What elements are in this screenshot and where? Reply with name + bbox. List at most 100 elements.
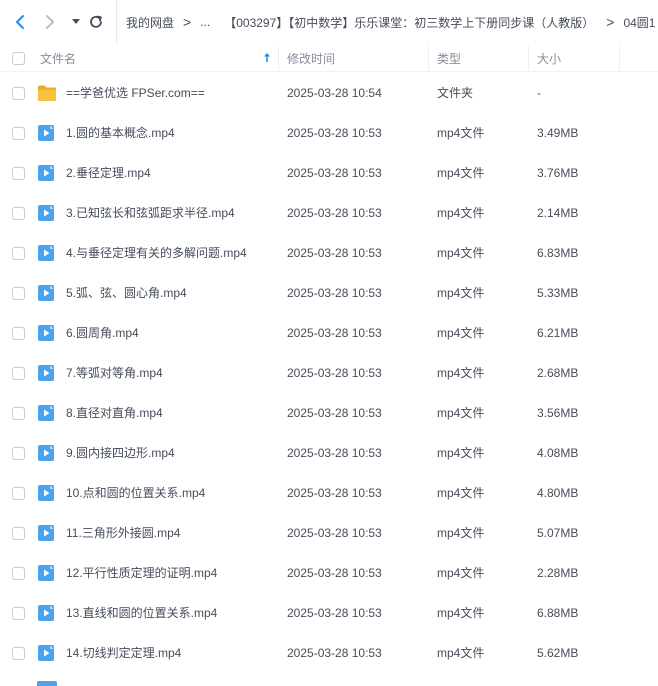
breadcrumb-separator: > — [183, 14, 192, 30]
file-type: mp4文件 — [437, 606, 485, 620]
video-file-icon — [37, 324, 57, 342]
file-list-header: 文件名 修改时间 类型 大小 — [0, 44, 658, 72]
row-checkbox[interactable] — [12, 407, 25, 420]
file-name[interactable]: 10.点和圆的位置关系.mp4 — [66, 473, 205, 513]
file-name[interactable]: 5.弧、弦、圆心角.mp4 — [66, 273, 187, 313]
row-checkbox[interactable] — [12, 647, 25, 660]
video-file-icon — [37, 284, 57, 302]
file-row[interactable]: 10.点和圆的位置关系.mp4 2025-03-28 10:53 mp4文件 4.80… — [0, 473, 658, 513]
file-type: mp4文件 — [437, 646, 485, 660]
file-row[interactable]: ==学爸优选 FPSer.com== 2025-03-28 10:54 文件夹 - — [0, 73, 658, 113]
video-file-icon — [37, 244, 57, 262]
column-header-name[interactable]: 文件名 — [40, 44, 76, 72]
file-row[interactable]: 6.圆周角.mp4 2025-03-28 10:53 mp4文件 6.21MB — [0, 313, 658, 353]
file-modified: 2025-03-28 10:53 — [287, 566, 382, 580]
row-checkbox[interactable] — [12, 207, 25, 220]
file-row[interactable]: 14.切线判定定理.mp4 2025-03-28 10:53 mp4文件 5.62MB — [0, 633, 658, 673]
caret-down-icon[interactable] — [66, 12, 86, 32]
file-size: 5.33MB — [537, 286, 579, 300]
video-file-icon — [37, 444, 57, 462]
file-name[interactable]: 13.直线和圆的位置关系.mp4 — [66, 593, 217, 633]
video-file-icon — [37, 564, 57, 582]
file-name[interactable]: 7.等弧对等角.mp4 — [66, 353, 163, 393]
file-modified: 2025-03-28 10:54 — [287, 86, 382, 100]
row-checkbox[interactable] — [12, 247, 25, 260]
file-row[interactable]: 4.与垂径定理有关的多解问题.mp4 2025-03-28 10:53 mp4文件 6… — [0, 233, 658, 273]
breadcrumb-item-ellipsis[interactable]: ... — [200, 15, 210, 29]
file-row[interactable]: 8.直径对直角.mp4 2025-03-28 10:53 mp4文件 3.56MB — [0, 393, 658, 433]
file-row[interactable]: 2.垂径定理.mp4 2025-03-28 10:53 mp4文件 3.76MB — [0, 153, 658, 193]
file-type: mp4文件 — [437, 566, 485, 580]
column-divider[interactable] — [278, 46, 279, 70]
file-modified: 2025-03-28 10:53 — [287, 606, 382, 620]
file-type: 文件夹 — [437, 86, 474, 100]
row-checkbox[interactable] — [12, 87, 25, 100]
row-checkbox[interactable] — [12, 607, 25, 620]
file-name[interactable]: 9.圆内接四边形.mp4 — [66, 433, 175, 473]
file-size: 5.07MB — [537, 526, 579, 540]
video-file-icon — [37, 524, 57, 542]
file-name[interactable]: 2.垂径定理.mp4 — [66, 153, 151, 193]
file-name[interactable]: 12.平行性质定理的证明.mp4 — [66, 553, 217, 593]
column-divider[interactable] — [619, 46, 620, 70]
video-file-icon — [37, 644, 57, 662]
file-row[interactable]: 3.已知弦长和弦弧距求半径.mp4 2025-03-28 10:53 mp4文件 2.… — [0, 193, 658, 233]
file-name[interactable]: 8.直径对直角.mp4 — [66, 393, 163, 433]
file-modified: 2025-03-28 10:53 — [287, 206, 382, 220]
file-name[interactable]: 3.已知弦长和弦弧距求半径.mp4 — [66, 193, 235, 233]
file-type: mp4文件 — [437, 286, 485, 300]
video-file-icon — [37, 204, 57, 222]
file-size: 3.76MB — [537, 166, 579, 180]
row-checkbox[interactable] — [12, 367, 25, 380]
row-checkbox[interactable] — [12, 527, 25, 540]
file-modified: 2025-03-28 10:53 — [287, 486, 382, 500]
folder-icon — [37, 84, 57, 102]
chevron-right-icon[interactable] — [40, 12, 60, 32]
file-size: 4.80MB — [537, 486, 579, 500]
file-modified: 2025-03-28 10:53 — [287, 246, 382, 260]
video-file-icon — [37, 364, 57, 382]
breadcrumb-item-root[interactable]: 我的网盘 — [126, 14, 174, 31]
file-row[interactable]: 11.三角形外接圆.mp4 2025-03-28 10:53 mp4文件 5.07MB — [0, 513, 658, 553]
row-checkbox[interactable] — [12, 487, 25, 500]
row-checkbox[interactable] — [12, 127, 25, 140]
file-name[interactable]: ==学爸优选 FPSer.com== — [66, 73, 205, 113]
file-type: mp4文件 — [437, 406, 485, 420]
file-size: 4.08MB — [537, 446, 579, 460]
file-type: mp4文件 — [437, 126, 485, 140]
file-size: 2.68MB — [537, 366, 579, 380]
row-checkbox[interactable] — [12, 567, 25, 580]
column-header-type[interactable]: 类型 — [437, 44, 461, 72]
arrow-up-icon[interactable] — [263, 52, 271, 66]
select-all-checkbox[interactable] — [12, 44, 25, 72]
video-file-icon — [37, 164, 57, 182]
file-row[interactable]: 13.直线和圆的位置关系.mp4 2025-03-28 10:53 mp4文件 6.8… — [0, 593, 658, 633]
file-name[interactable]: 11.三角形外接圆.mp4 — [66, 513, 180, 553]
video-file-icon — [37, 604, 57, 622]
column-header-size[interactable]: 大小 — [537, 44, 561, 72]
column-header-modified[interactable]: 修改时间 — [287, 44, 335, 72]
row-checkbox[interactable] — [12, 327, 25, 340]
file-type: mp4文件 — [437, 246, 485, 260]
file-name[interactable]: 6.圆周角.mp4 — [66, 313, 139, 353]
chevron-left-icon[interactable] — [10, 12, 30, 32]
file-row[interactable]: 5.弧、弦、圆心角.mp4 2025-03-28 10:53 mp4文件 5.33MB — [0, 273, 658, 313]
file-modified: 2025-03-28 10:53 — [287, 326, 382, 340]
file-name[interactable]: 14.切线判定定理.mp4 — [66, 633, 181, 673]
video-file-icon — [37, 124, 57, 142]
file-row[interactable]: 1.圆的基本概念.mp4 2025-03-28 10:53 mp4文件 3.49MB — [0, 113, 658, 153]
breadcrumb-item-parent[interactable]: 【003297】【初中数学】乐乐课堂：初三数学上下册同步课（人教版） — [224, 14, 594, 31]
column-divider[interactable] — [528, 46, 529, 70]
column-divider[interactable] — [428, 46, 429, 70]
file-row[interactable]: 7.等弧对等角.mp4 2025-03-28 10:53 mp4文件 2.68MB — [0, 353, 658, 393]
row-checkbox[interactable] — [12, 287, 25, 300]
file-size: 5.62MB — [537, 646, 579, 660]
row-checkbox[interactable] — [12, 167, 25, 180]
file-row[interactable]: 12.平行性质定理的证明.mp4 2025-03-28 10:53 mp4文件 2.2… — [0, 553, 658, 593]
file-type: mp4文件 — [437, 206, 485, 220]
file-row[interactable]: 9.圆内接四边形.mp4 2025-03-28 10:53 mp4文件 4.08MB — [0, 433, 658, 473]
file-name[interactable]: 1.圆的基本概念.mp4 — [66, 113, 175, 153]
row-checkbox[interactable] — [12, 447, 25, 460]
file-name[interactable]: 4.与垂径定理有关的多解问题.mp4 — [66, 233, 247, 273]
refresh-icon[interactable] — [86, 12, 106, 32]
